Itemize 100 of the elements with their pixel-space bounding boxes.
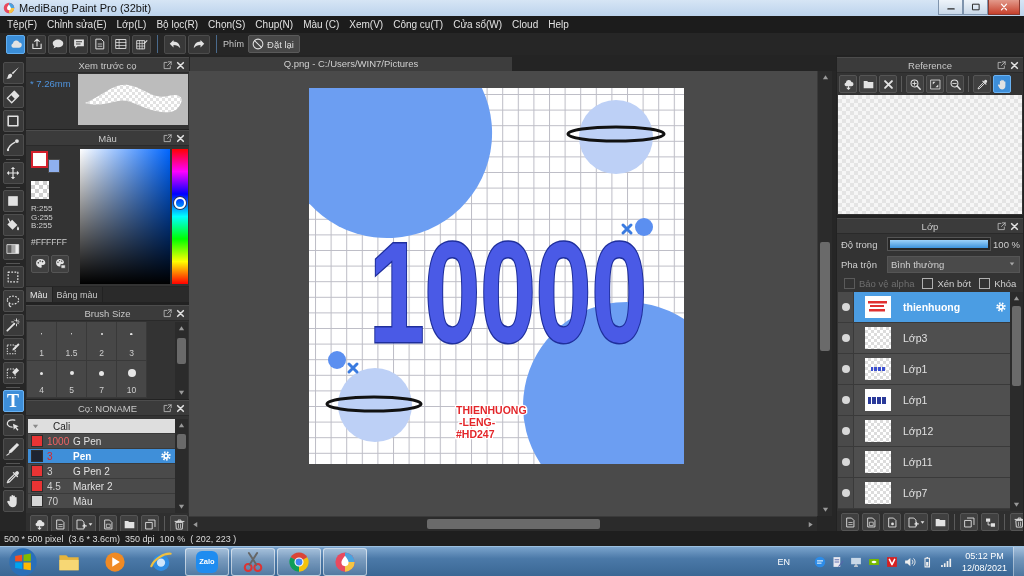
scroll-up-icon[interactable] [178, 422, 185, 429]
menu-item[interactable]: Tệp(F) [2, 16, 42, 33]
close-icon[interactable] [1010, 60, 1019, 70]
popout-icon[interactable] [163, 133, 172, 143]
scroll-up-icon[interactable] [821, 74, 829, 81]
visibility-toggle[interactable] [838, 416, 854, 446]
close-icon[interactable] [176, 403, 185, 413]
menu-item[interactable]: Help [543, 16, 574, 33]
document-tab[interactable]: Q.png - C:/Users/WIN7/Pictures [190, 57, 512, 71]
scroll-down-icon[interactable] [178, 389, 185, 396]
checkbox[interactable] [922, 277, 934, 289]
brush-row[interactable]: 3 G Pen 2 [28, 463, 175, 478]
brush-size-cell[interactable]: 10 [117, 361, 147, 398]
palette-button[interactable] [51, 254, 69, 273]
show-desktop-button[interactable] [1013, 547, 1024, 576]
brush-size-cell[interactable]: 1.5 [57, 322, 87, 361]
toolbar-button[interactable] [841, 513, 859, 531]
color-swatch[interactable] [31, 151, 48, 168]
scroll-down-icon[interactable] [821, 506, 829, 513]
toolbar-button[interactable] [946, 75, 964, 93]
toolbar-button[interactable] [132, 34, 151, 54]
toolbar-button[interactable] [883, 513, 901, 531]
settings-icon[interactable] [996, 302, 1006, 312]
tool-button[interactable] [2, 438, 24, 460]
menu-item[interactable]: Lớp(L) [111, 16, 152, 33]
maximize-button[interactable] [963, 0, 988, 15]
note-icon[interactable] [831, 555, 844, 568]
brush-size-cell[interactable]: 5 [57, 361, 87, 398]
visibility-toggle[interactable] [838, 385, 854, 415]
reset-button[interactable]: Đặt lại [248, 35, 300, 53]
scroll-left-icon[interactable] [192, 520, 199, 528]
minimize-button[interactable] [938, 0, 963, 15]
visibility-toggle[interactable] [838, 323, 854, 353]
settings-icon[interactable] [161, 451, 171, 461]
layer-row[interactable]: Lớp3 [854, 323, 1010, 353]
visibility-toggle[interactable] [838, 447, 854, 477]
menu-item[interactable]: Xem(V) [344, 16, 389, 33]
redo-button[interactable] [188, 34, 210, 54]
layer-row[interactable]: Lớp1 [854, 385, 1010, 415]
tool-button[interactable] [2, 214, 24, 236]
toolbar-button[interactable] [69, 34, 88, 54]
toolbar-button[interactable] [27, 34, 46, 54]
menu-item[interactable]: Công cụ(T) [388, 16, 449, 33]
toolbar-button[interactable] [111, 34, 130, 54]
scroll-down-icon[interactable] [1013, 501, 1020, 508]
layer-row[interactable]: Lớp12 [854, 416, 1010, 446]
scroll-up-icon[interactable] [1013, 295, 1020, 302]
color-swatch[interactable] [48, 159, 60, 173]
toolbar-button[interactable] [48, 34, 67, 54]
toolbar-button[interactable] [6, 34, 25, 54]
taskbar-button[interactable] [323, 547, 367, 576]
scroll-up-icon[interactable] [178, 325, 185, 332]
menu-item[interactable]: Màu (C) [298, 16, 345, 33]
brush-size-cell[interactable]: 7 [87, 361, 117, 398]
layer-row[interactable]: Lớp7 [854, 478, 1010, 508]
language-indicator[interactable]: EN [777, 556, 790, 567]
brush-row[interactable]: 70 Màu [28, 493, 175, 508]
visibility-toggle[interactable] [838, 354, 854, 384]
undo-button[interactable] [164, 34, 186, 54]
close-icon[interactable] [176, 133, 185, 143]
tool-button[interactable] [2, 362, 24, 384]
menu-item[interactable]: Bộ lọc(R) [151, 16, 204, 33]
tool-button[interactable] [2, 414, 24, 436]
toolbar-button[interactable] [839, 75, 857, 93]
tool-button[interactable] [2, 266, 24, 288]
tool-button[interactable] [2, 466, 24, 488]
toolbar-button[interactable] [90, 34, 109, 54]
close-icon[interactable] [176, 60, 185, 70]
brush-size-cell[interactable]: 4 [27, 361, 57, 398]
toolbar-button[interactable] [931, 513, 949, 531]
scrollbar-thumb[interactable] [427, 519, 600, 529]
brush-size-cell[interactable]: 1 [27, 322, 57, 361]
tool-button[interactable] [2, 62, 24, 84]
brush-size-cell[interactable]: 3 [117, 322, 147, 361]
hue-handle[interactable] [174, 197, 186, 209]
popout-icon[interactable] [997, 221, 1006, 231]
menu-item[interactable]: Cửa sổ(W) [448, 16, 508, 33]
toolbar-button[interactable] [879, 75, 897, 93]
brush-row[interactable]: 4.5 Marker 2 [28, 478, 175, 493]
layer-row[interactable]: Lớp11 [854, 447, 1010, 477]
brush-row[interactable]: 1000 G Pen [28, 433, 175, 448]
menu-item[interactable]: Chọn(S) [203, 16, 251, 33]
tool-button[interactable] [2, 290, 24, 312]
scrollbar-thumb[interactable] [177, 434, 186, 449]
checkbox[interactable] [979, 277, 991, 289]
popout-icon[interactable] [997, 60, 1006, 70]
close-icon[interactable] [1010, 221, 1019, 231]
close-button[interactable] [988, 0, 1020, 15]
tool-button[interactable] [2, 338, 24, 360]
brush-group-row[interactable]: Cali [28, 419, 175, 433]
scrollbar-thumb[interactable] [177, 338, 186, 364]
toolbar-button[interactable] [906, 75, 924, 93]
toolbar-button[interactable] [973, 75, 991, 93]
tool-button[interactable] [2, 110, 24, 132]
popout-icon[interactable] [163, 308, 172, 318]
color-field[interactable] [80, 149, 170, 284]
chat-icon[interactable] [813, 555, 826, 568]
toolbar-button[interactable] [1010, 513, 1023, 531]
taskbar-button[interactable] [231, 547, 275, 576]
transparent-swatch[interactable] [31, 181, 49, 199]
